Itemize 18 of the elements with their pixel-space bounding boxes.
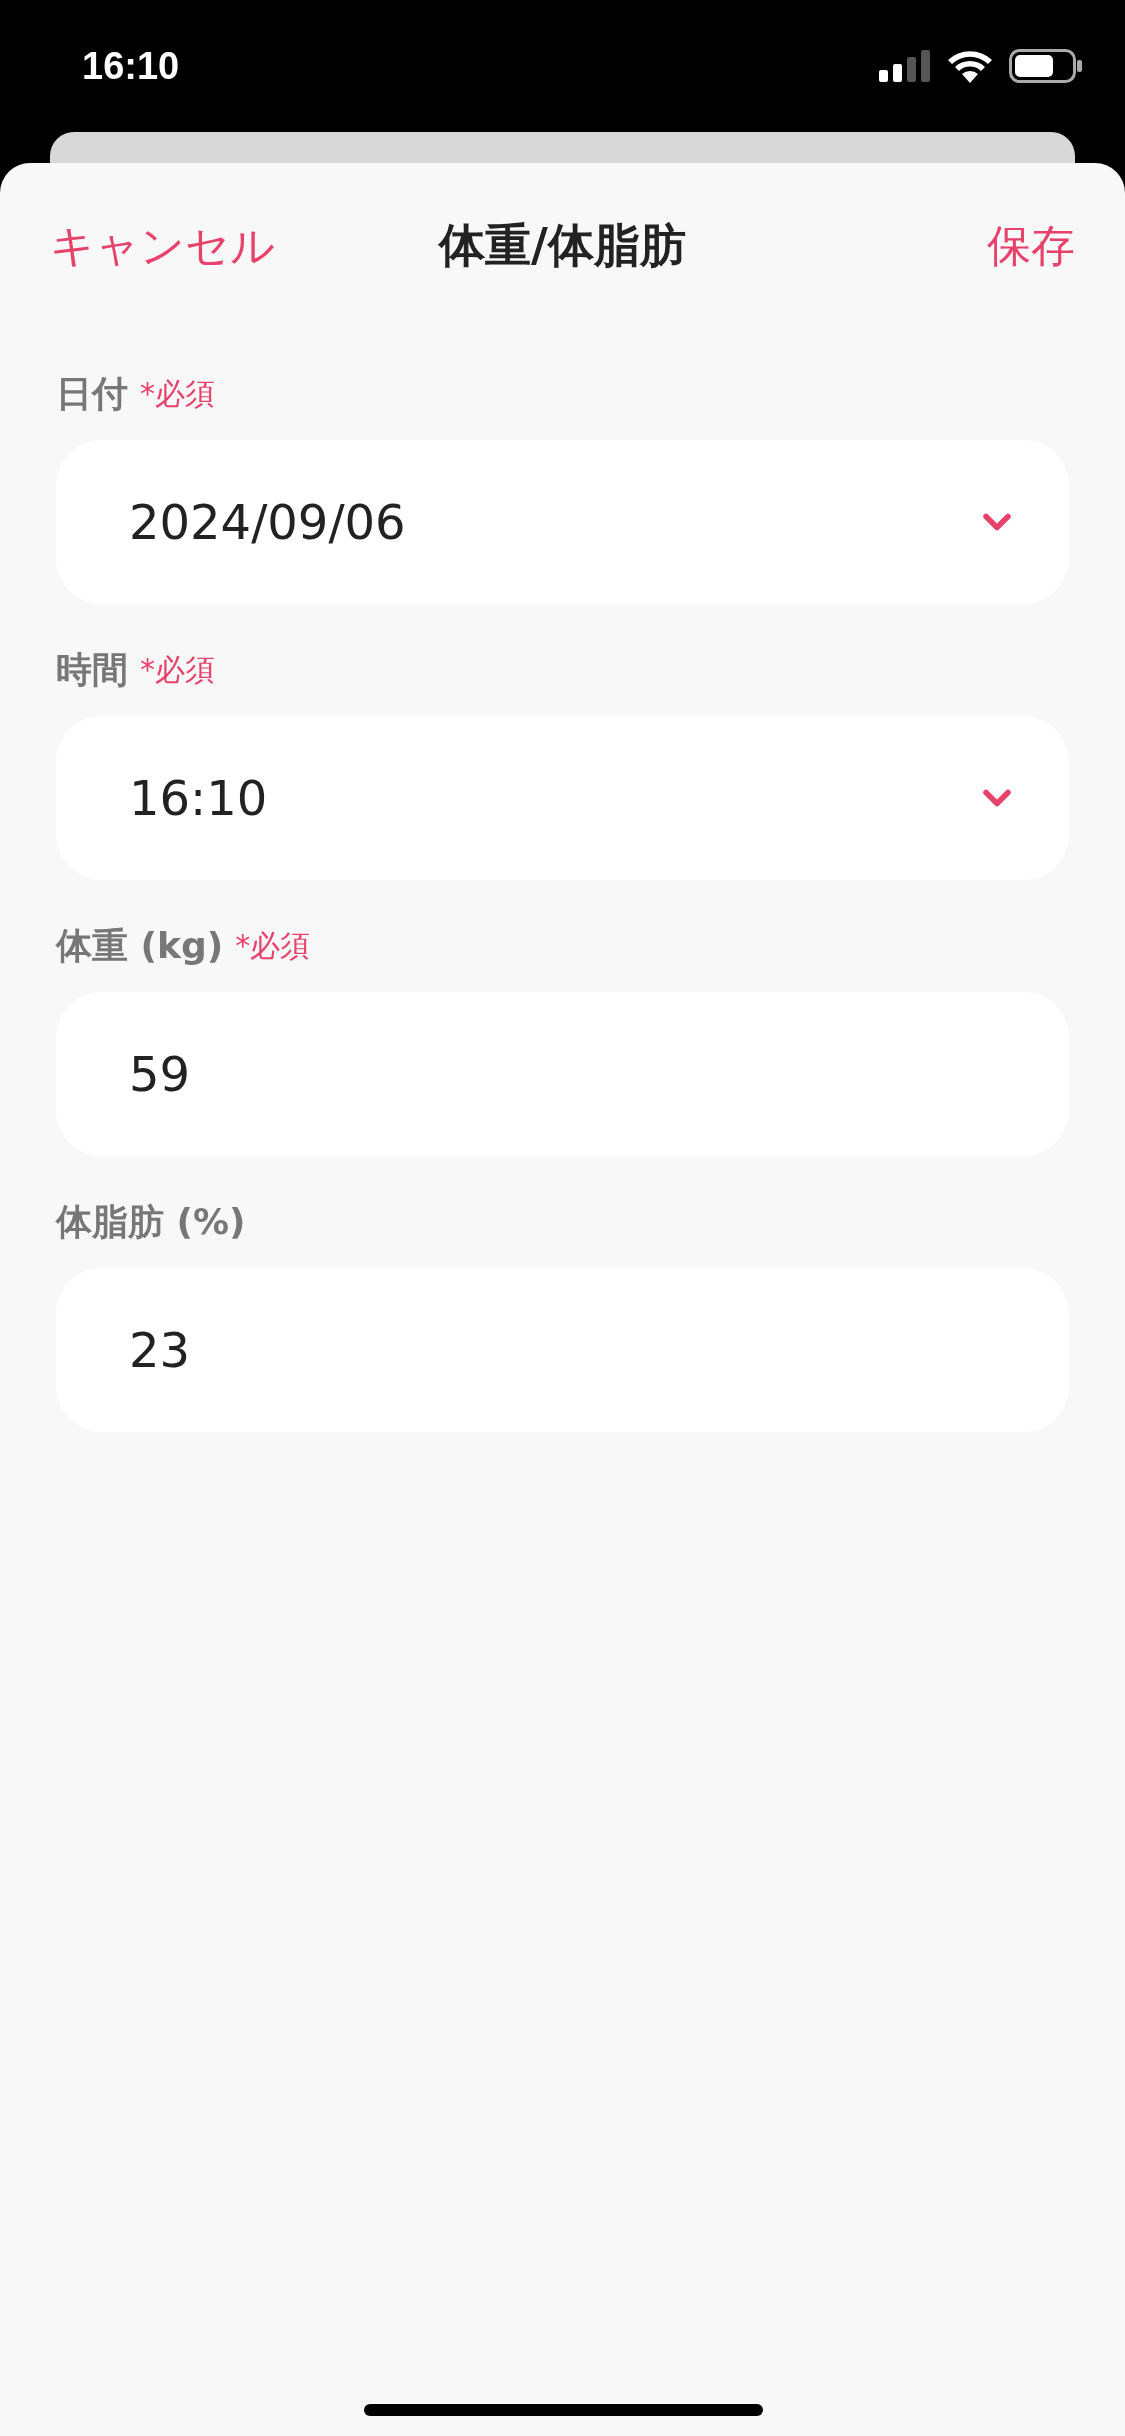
required-note: *必須: [140, 374, 215, 413]
field-label: 時間: [56, 647, 128, 692]
field-label: 日付: [56, 371, 128, 416]
cancel-button[interactable]: キャンセル: [50, 216, 275, 276]
input-field[interactable]: 59: [56, 992, 1069, 1156]
required-note: *必須: [235, 926, 311, 965]
battery-icon: [1009, 49, 1083, 83]
wifi-icon: [947, 49, 993, 83]
picker-field[interactable]: 16:10: [56, 716, 1069, 880]
signal-icon: [879, 50, 931, 82]
required-note: *必須: [140, 650, 215, 689]
field-label: 体脂肪 (%): [56, 1199, 246, 1244]
save-button[interactable]: 保存: [987, 216, 1075, 276]
sheet-title: 体重/体脂肪: [439, 217, 686, 274]
status-time: 16:10: [82, 44, 180, 88]
input-field[interactable]: 23: [56, 1268, 1069, 1432]
picker-field[interactable]: 2024/09/06: [56, 440, 1069, 604]
field-label: 体重 (kg): [56, 923, 224, 968]
